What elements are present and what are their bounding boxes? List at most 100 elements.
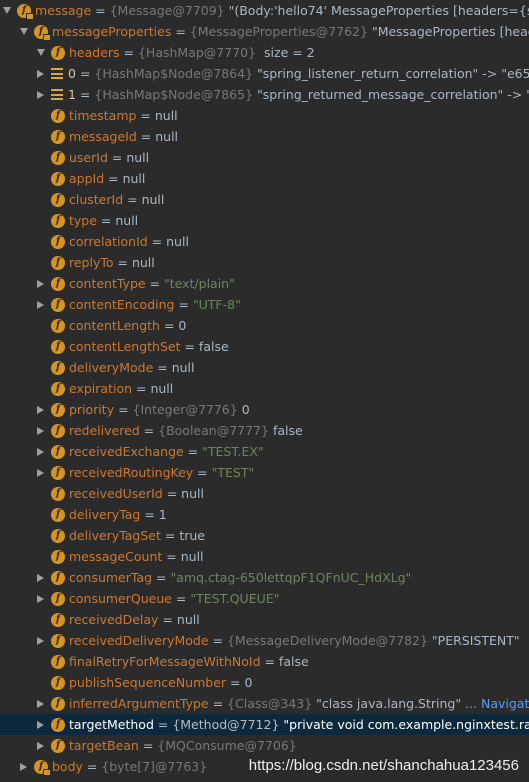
object-reference: {Message@7709} [109, 3, 225, 18]
expand-arrow-icon[interactable] [36, 693, 45, 714]
variable-value: false [198, 339, 229, 354]
variable-name: inferredArgumentType [69, 696, 209, 711]
tree-row-expiration[interactable]: f expiration = null [0, 378, 529, 399]
equals-sign: = [107, 150, 127, 165]
expand-arrow-icon[interactable] [36, 399, 45, 420]
object-reference: {HashMap$Node@7865} [94, 87, 254, 102]
tree-row-publishsequencenumber[interactable]: f publishSequenceNumber = 0 [0, 672, 529, 693]
variable-name: type [69, 213, 97, 228]
field-icon: f [51, 318, 65, 333]
expand-arrow-icon[interactable] [36, 441, 45, 462]
field-icon: f [51, 675, 65, 690]
expand-arrow-icon[interactable] [36, 294, 45, 315]
tree-row-type[interactable]: f type = null [0, 210, 529, 231]
expand-arrow-icon[interactable] [36, 84, 45, 105]
object-reference: {Integer@7776} [132, 402, 238, 417]
variable-value: null [115, 213, 139, 228]
variable-value: "spring_returned_message_correlation" ->… [253, 87, 529, 102]
variable-name: headers [69, 45, 120, 60]
tree-row-0[interactable]: 0 = {HashMap$Node@7864} "spring_listener… [0, 63, 529, 84]
equals-sign: = [119, 45, 138, 60]
tree-row-messageproperties[interactable]: f messageProperties = {MessageProperties@… [0, 21, 529, 42]
tree-row-timestamp[interactable]: f timestamp = null [0, 105, 529, 126]
equals-sign: = [174, 297, 193, 312]
equals-sign: = [75, 87, 95, 102]
tree-row-contentlengthset[interactable]: f contentLengthSet = false [0, 336, 529, 357]
tree-row-receivedroutingkey[interactable]: f receivedRoutingKey = "TEST" [0, 462, 529, 483]
object-reference: {Boolean@7777} [158, 423, 269, 438]
variable-value: false [278, 654, 309, 669]
navigate-link[interactable]: ... Navigate [461, 693, 529, 714]
variable-name: targetBean [69, 738, 139, 753]
variable-value: "(Body:'hello74' MessageProperties [head… [228, 3, 529, 18]
expand-arrow-icon[interactable] [36, 420, 45, 441]
tree-row-contenttype[interactable]: f contentType = "text/plain" [0, 273, 529, 294]
expand-arrow-icon[interactable] [36, 735, 45, 756]
tree-row-receiveddelay[interactable]: f receivedDelay = null [0, 609, 529, 630]
expand-arrow-icon[interactable] [19, 756, 28, 777]
variable-name: publishSequenceNumber [69, 675, 227, 690]
field-icon: f [51, 612, 65, 627]
field-icon: f [51, 339, 65, 354]
tree-row-replyto[interactable]: f replyTo = null [0, 252, 529, 273]
tree-row-receiveddeliverymode[interactable]: f receivedDeliveryMode = {MessageDelivery… [0, 630, 529, 651]
variable-value: "UTF-8" [192, 297, 241, 312]
field-locked-icon: f [17, 3, 34, 20]
tree-row-headers[interactable]: f headers = {HashMap@7770} size = 2 [0, 42, 529, 63]
object-reference: {MessageDeliveryMode@7782} [226, 633, 428, 648]
tree-row-targetmethod[interactable]: f targetMethod = {Method@7712} "private v… [0, 714, 529, 735]
tree-row-receiveduserid[interactable]: f receivedUserId = null [0, 483, 529, 504]
tree-row-redelivered[interactable]: f redelivered = {Boolean@7777} false [0, 420, 529, 441]
variable-value: null [154, 108, 178, 123]
collapse-arrow-icon[interactable] [19, 21, 28, 42]
tree-row-deliverytagset[interactable]: f deliveryTagSet = true [0, 525, 529, 546]
field-icon: f [51, 234, 65, 249]
variable-value: "private void com.example.nginxtest.rabb… [283, 717, 529, 732]
variable-name: targetMethod [69, 717, 154, 732]
field-icon: f [51, 402, 65, 417]
tree-row-consumerqueue[interactable]: f consumerQueue = "TEST.QUEUE" [0, 588, 529, 609]
variable-value: size = 2 [256, 45, 315, 60]
collapse-arrow-icon[interactable] [36, 42, 45, 63]
tree-row-deliverymode[interactable]: f deliveryMode = null [0, 357, 529, 378]
expand-arrow-icon[interactable] [36, 462, 45, 483]
variable-value: null [176, 612, 200, 627]
expand-arrow-icon[interactable] [36, 273, 45, 294]
tree-row-clusterid[interactable]: f clusterId = null [0, 189, 529, 210]
tree-row-priority[interactable]: f priority = {Integer@7776} 0 [0, 399, 529, 420]
variable-value: null [122, 171, 146, 186]
tree-row-appid[interactable]: f appId = null [0, 168, 529, 189]
expand-arrow-icon[interactable] [36, 63, 45, 84]
tree-row-receivedexchange[interactable]: f receivedExchange = "TEST.EX" [0, 441, 529, 462]
tree-row-deliverytag[interactable]: f deliveryTag = 1 [0, 504, 529, 525]
tree-row-message[interactable]: f message = {Message@7709} "(Body:'hello7… [0, 0, 529, 21]
tree-row-consumertag[interactable]: f consumerTag = "amq.ctag-650lettqpF1QFnU… [0, 567, 529, 588]
field-icon: f [51, 360, 65, 375]
equals-sign: = [114, 402, 133, 417]
field-icon: f [51, 45, 65, 60]
equals-sign: = [260, 654, 279, 669]
expand-arrow-icon[interactable] [36, 714, 45, 735]
equals-sign: = [162, 486, 182, 501]
tree-row-messageid[interactable]: f messageId = null [0, 126, 529, 147]
tree-row-contentlength[interactable]: f contentLength = 0 [0, 315, 529, 336]
tree-row-userid[interactable]: f userId = null [0, 147, 529, 168]
field-icon: f [51, 192, 65, 207]
tree-row-correlationid[interactable]: f correlationId = null [0, 231, 529, 252]
tree-row-messagecount[interactable]: f messageCount = null [0, 546, 529, 567]
variable-value: 1 [158, 507, 167, 522]
expand-arrow-icon[interactable] [36, 567, 45, 588]
expand-arrow-icon[interactable] [36, 588, 45, 609]
collapse-arrow-icon[interactable] [2, 0, 11, 21]
expand-arrow-icon[interactable] [36, 630, 45, 651]
tree-row-contentencoding[interactable]: f contentEncoding = "UTF-8" [0, 294, 529, 315]
equals-sign: = [145, 276, 164, 291]
field-icon: f [51, 591, 65, 606]
tree-row-targetbean[interactable]: f targetBean = {MQConsume@7706} [0, 735, 529, 756]
equals-sign: = [160, 528, 180, 543]
tree-row-finalretryformessagewithnoid[interactable]: f finalRetryForMessageWithNoId = false [0, 651, 529, 672]
tree-row-1[interactable]: 1 = {HashMap$Node@7865} "spring_returned… [0, 84, 529, 105]
variable-name: receivedDelay [69, 612, 159, 627]
tree-row-inferredargumenttype[interactable]: f inferredArgumentType = {Class@343} "cla… [0, 693, 529, 714]
object-reference: {Class@343} [227, 696, 313, 711]
